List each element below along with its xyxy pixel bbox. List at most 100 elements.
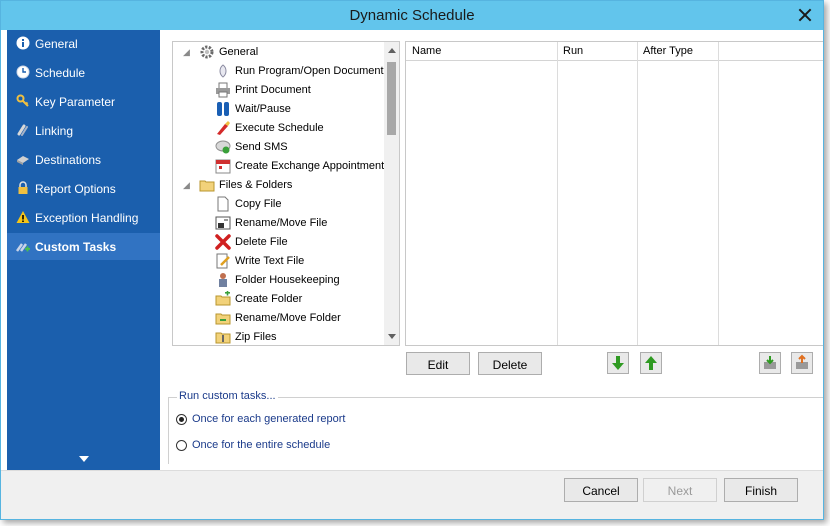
tree-item-label: Create Exchange Appointment [235,160,385,172]
scroll-up-icon[interactable] [388,48,396,53]
run-program-icon [215,63,231,79]
sidebar-item-general[interactable]: General [7,30,160,57]
import-tasks-button[interactable] [759,352,781,374]
tree-item-rename-move-folder[interactable]: Rename/Move Folder [173,309,383,327]
move-down-button[interactable] [607,352,629,374]
collapse-icon[interactable]: ◢ [183,47,190,58]
dialog-footer: Cancel Next Finish [1,470,823,519]
import-icon [760,353,780,373]
tree-item-label: Print Document [235,84,311,96]
key-icon [16,94,30,108]
tree-group-label: General [219,46,259,58]
sidebar-item-key-parameter[interactable]: Key Parameter [7,88,160,115]
sms-icon [215,139,231,155]
tree-item-label: Folder Housekeeping [235,274,340,286]
create-folder-icon [215,290,231,307]
export-icon [792,353,812,373]
tree-item-delete-file[interactable]: Delete File [173,233,383,251]
lock-icon [16,181,30,195]
tree-item-label: Run Program/Open Document [235,65,384,77]
tree-item-send-sms[interactable]: Send SMS [173,138,383,156]
delete-button[interactable]: Delete [478,352,542,375]
sidebar-item-schedule[interactable]: Schedule [7,59,160,86]
sidebar-item-label: Exception Handling [35,211,139,225]
pause-icon [215,101,231,117]
rename-file-icon [215,215,231,231]
column-divider [557,42,558,345]
tree-group-files-folders[interactable]: ◢ Files & Folders [173,176,383,194]
tree-item-copy-file[interactable]: Copy File [173,195,383,213]
printer-icon [215,82,231,98]
tree-item-execute-schedule[interactable]: Execute Schedule [173,119,383,137]
sidebar-item-label: Schedule [35,66,86,80]
calendar-icon [215,158,231,174]
tree-item-print-document[interactable]: Print Document [173,81,383,99]
tree-group-general[interactable]: ◢ General [173,43,383,61]
dynamic-schedule-window: Dynamic Schedule General Schedule Key Pa… [0,0,824,520]
execute-schedule-icon [215,120,231,136]
custom-task-grid[interactable]: Name Run After Type [405,41,823,346]
tree-item-write-text-file[interactable]: Write Text File [173,252,383,270]
link-icon [16,123,30,137]
radio-once-per-report[interactable] [176,414,187,425]
tree-item-label: Wait/Pause [235,103,291,115]
radio-label[interactable]: Once for the entire schedule [192,439,330,451]
sidebar-item-label: Report Options [35,182,116,196]
sidebar-item-label: Linking [35,124,74,138]
export-tasks-button[interactable] [791,352,813,374]
collapse-icon[interactable]: ◢ [183,180,190,191]
tree-group-label: Files & Folders [219,179,293,191]
cancel-button[interactable]: Cancel [564,478,638,502]
move-up-button[interactable] [640,352,662,374]
tree-item-rename-move-file[interactable]: Rename/Move File [173,214,383,232]
tree-item-label: Create Folder [235,293,303,305]
column-header-after-type[interactable]: After Type [643,45,693,57]
write-text-icon [215,253,231,269]
run-custom-tasks-group: Run custom tasks... Once for each genera… [168,390,823,464]
sidebar-item-custom-tasks[interactable]: Custom Tasks [7,233,160,260]
info-icon [16,36,30,50]
destinations-icon [16,152,30,166]
sidebar-item-label: Destinations [35,153,102,167]
column-header-name[interactable]: Name [412,45,441,57]
radio-once-per-schedule[interactable] [176,440,187,451]
tree-item-wait-pause[interactable]: Wait/Pause [173,100,383,118]
column-divider [718,42,719,345]
rename-folder-icon [215,310,231,326]
tree-item-label: Delete File [235,236,288,248]
close-icon[interactable] [797,7,813,23]
warning-icon [16,210,30,224]
sidebar-item-linking[interactable]: Linking [7,117,160,144]
tree-item-zip-files[interactable]: Zip Files [173,328,383,345]
scroll-thumb[interactable] [387,62,396,135]
sidebar-scroll-down-icon[interactable] [79,456,89,462]
zip-icon [215,329,231,345]
sidebar-item-exception-handling[interactable]: Exception Handling [7,204,160,231]
tree-item-label: Zip Files [235,331,277,343]
tree-scrollbar[interactable] [384,42,399,345]
clock-icon [16,65,30,79]
sidebar-item-label: Custom Tasks [35,240,117,254]
finish-button[interactable]: Finish [724,478,798,502]
sidebar: General Schedule Key Parameter Linking D… [7,30,160,470]
edit-button[interactable]: Edit [406,352,470,375]
gear-icon [199,44,215,60]
housekeeping-icon [215,272,231,288]
next-button[interactable]: Next [643,478,717,502]
tree-item-run-program[interactable]: Run Program/Open Document [173,62,384,80]
tree-item-create-exchange-appointment[interactable]: Create Exchange Appointment [173,157,385,175]
delete-x-icon [215,234,231,250]
window-title: Dynamic Schedule [349,7,475,24]
task-tree: ◢ General Run Program/Open Document Prin… [172,41,400,346]
tree-item-create-folder[interactable]: Create Folder [173,290,383,308]
column-header-run[interactable]: Run [563,45,583,57]
grid-header: Name Run After Type [406,42,823,61]
tree-item-label: Send SMS [235,141,288,153]
radio-label[interactable]: Once for each generated report [192,413,345,425]
sidebar-item-destinations[interactable]: Destinations [7,146,160,173]
sidebar-item-report-options[interactable]: Report Options [7,175,160,202]
custom-tasks-icon [15,239,30,253]
tree-item-label: Rename/Move File [235,217,328,229]
tree-item-folder-housekeeping[interactable]: Folder Housekeeping [173,271,383,289]
scroll-down-icon[interactable] [388,334,396,339]
